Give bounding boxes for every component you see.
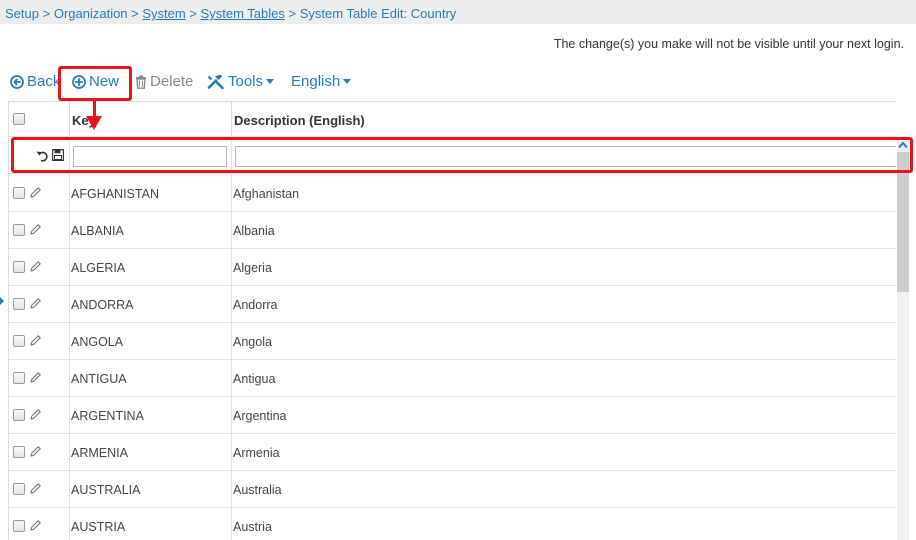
system-table-grid: Key Description (English) AFGHANISTAN Afg…	[8, 101, 896, 540]
back-button[interactable]: Back	[10, 73, 60, 90]
scrollbar-thumb[interactable]	[897, 152, 909, 292]
key-cell: ANGOLA	[71, 335, 124, 349]
breadcrumb: Setup > Organization > System > System T…	[0, 0, 916, 24]
breadcrumb-separator: >	[288, 6, 297, 21]
row-checkbox[interactable]	[13, 187, 25, 199]
description-cell: Austria	[233, 520, 272, 534]
table-row[interactable]: ANGOLA Angola	[9, 323, 896, 360]
login-notice: The change(s) you make will not be visib…	[553, 37, 904, 51]
key-cell: AFGHANISTAN	[71, 187, 159, 201]
row-checkbox[interactable]	[13, 520, 25, 532]
row-checkbox[interactable]	[13, 298, 25, 310]
table-row[interactable]: ALBANIA Albania	[9, 212, 896, 249]
description-cell: Albania	[233, 224, 275, 238]
caret-down-icon	[343, 79, 352, 84]
pencil-icon[interactable]	[29, 482, 42, 495]
breadcrumb-separator: >	[42, 6, 51, 21]
key-cell: ANDORRA	[71, 298, 134, 312]
delete-button[interactable]: Delete	[135, 73, 193, 90]
new-record-row	[9, 138, 896, 174]
table-row[interactable]: AUSTRIA Austria	[9, 508, 896, 540]
description-cell: Andorra	[233, 298, 278, 312]
language-label: English	[291, 73, 341, 90]
description-cell: Argentina	[233, 409, 287, 423]
pencil-icon[interactable]	[29, 223, 42, 236]
column-header-description[interactable]: Description (English)	[234, 113, 365, 128]
column-divider	[231, 102, 232, 136]
column-divider	[69, 102, 70, 136]
table-row[interactable]: ANTIGUA Antigua	[9, 360, 896, 397]
language-menu[interactable]: English	[291, 73, 352, 90]
tools-menu[interactable]: Tools	[207, 73, 275, 90]
breadcrumb-system[interactable]: System	[142, 6, 185, 21]
key-cell: AUSTRIA	[71, 520, 126, 534]
row-checkbox[interactable]	[13, 409, 25, 421]
key-cell: ALBANIA	[71, 224, 124, 238]
description-input[interactable]	[235, 146, 896, 167]
caret-down-icon	[266, 79, 275, 84]
row-checkbox[interactable]	[13, 261, 25, 273]
breadcrumb-separator: >	[131, 6, 139, 21]
table-row[interactable]: ARGENTINA Argentina	[9, 397, 896, 434]
table-row[interactable]: AFGHANISTAN Afghanistan	[9, 175, 896, 212]
pencil-icon[interactable]	[29, 186, 42, 199]
key-input[interactable]	[73, 146, 227, 167]
breadcrumb-setup[interactable]: Setup	[5, 6, 39, 21]
description-cell: Antigua	[233, 372, 276, 386]
key-cell: ALGERIA	[71, 261, 126, 275]
annotation-arrow-head	[86, 116, 102, 130]
key-cell: AUSTRALIA	[71, 483, 141, 497]
pencil-icon[interactable]	[29, 408, 42, 421]
back-label: Back	[27, 73, 61, 90]
table-row[interactable]: AUSTRALIA Australia	[9, 471, 896, 508]
pencil-icon[interactable]	[29, 260, 42, 273]
key-cell: ARGENTINA	[71, 409, 144, 423]
chevron-up-icon[interactable]	[898, 141, 908, 149]
select-all-checkbox[interactable]	[13, 113, 25, 125]
back-circle-icon	[10, 74, 24, 89]
expand-marker-icon	[0, 297, 4, 305]
pencil-icon[interactable]	[29, 445, 42, 458]
row-checkbox[interactable]	[13, 372, 25, 384]
pencil-icon[interactable]	[29, 371, 42, 384]
grid-header: Key Description (English)	[9, 101, 896, 137]
description-cell: Angola	[233, 335, 272, 349]
trash-icon	[136, 75, 146, 89]
breadcrumb-current: System Table Edit: Country	[299, 6, 457, 21]
table-row[interactable]: ARMENIA Armenia	[9, 434, 896, 471]
tools-label: Tools	[228, 73, 264, 90]
description-cell: Afghanistan	[233, 187, 300, 201]
pencil-icon[interactable]	[29, 334, 42, 347]
row-checkbox[interactable]	[13, 483, 25, 495]
description-cell: Armenia	[233, 446, 280, 460]
new-button[interactable]: New	[72, 73, 119, 90]
row-checkbox[interactable]	[13, 335, 25, 347]
pencil-icon[interactable]	[29, 519, 42, 532]
key-cell: ARMENIA	[71, 446, 128, 460]
plus-circle-icon	[72, 74, 86, 89]
description-cell: Algeria	[233, 261, 272, 275]
breadcrumb-system-tables[interactable]: System Tables	[201, 6, 285, 21]
breadcrumb-organization[interactable]: Organization	[54, 6, 128, 21]
breadcrumb-separator: >	[189, 6, 197, 21]
save-icon[interactable]	[52, 149, 64, 161]
delete-label: Delete	[150, 73, 194, 90]
key-cell: ANTIGUA	[71, 372, 127, 386]
description-cell: Australia	[233, 483, 282, 497]
tools-icon	[207, 74, 224, 89]
row-checkbox[interactable]	[13, 224, 25, 236]
new-label: New	[89, 73, 120, 90]
table-row[interactable]: ANDORRA Andorra	[9, 286, 896, 323]
undo-icon[interactable]	[36, 149, 49, 162]
pencil-icon[interactable]	[29, 297, 42, 310]
table-row[interactable]: ALGERIA Algeria	[9, 249, 896, 286]
row-checkbox[interactable]	[13, 446, 25, 458]
